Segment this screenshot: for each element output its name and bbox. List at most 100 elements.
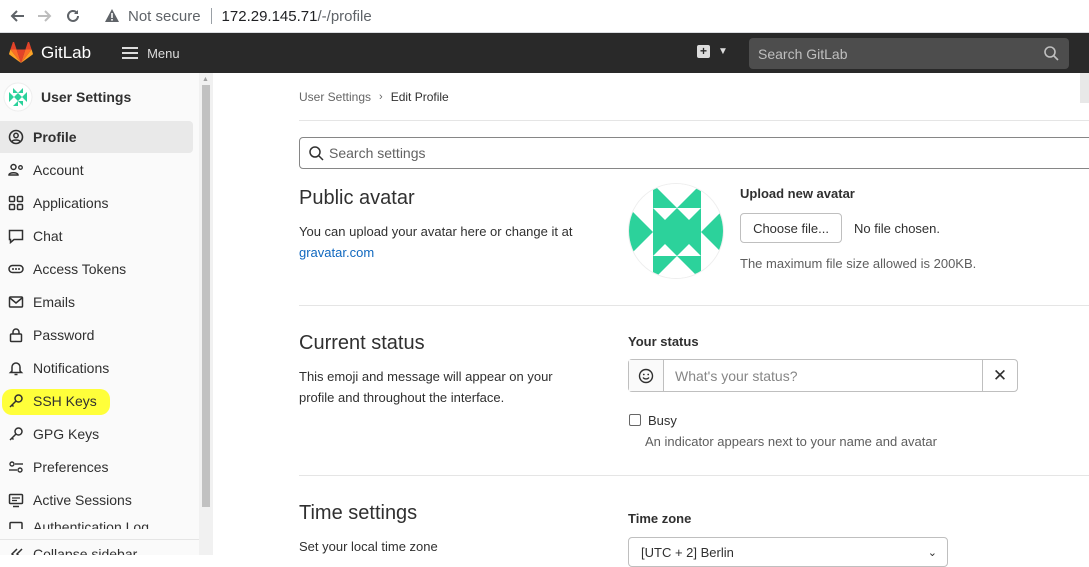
time-zone-value: [UTC + 2] Berlin [641, 544, 734, 560]
brand-name: GitLab [41, 43, 92, 62]
breadcrumb: User Settings › Edit Profile [299, 90, 449, 104]
sidebar-header[interactable]: User Settings [0, 81, 198, 113]
back-icon[interactable] [6, 5, 28, 27]
sidebar-item-label: SSH Keys [33, 393, 97, 409]
token-icon [8, 261, 24, 277]
settings-search-placeholder: Search settings [329, 145, 426, 161]
public-avatar-description: You can upload your avatar here or chang… [299, 221, 609, 263]
browser-bar: Not secure 172.29.145.71/-/profile [0, 0, 1089, 33]
sidebar-item-profile[interactable]: Profile [0, 121, 193, 153]
identicon-image [629, 184, 723, 278]
time-settings-description: Set your local time zone [299, 539, 438, 554]
breadcrumb-current[interactable]: Edit Profile [391, 90, 449, 104]
status-input-group: What's your status? ✕ [628, 359, 1018, 392]
busy-help: An indicator appears next to your name a… [645, 434, 937, 449]
global-search-input[interactable]: Search GitLab [749, 38, 1069, 69]
avatar-preview [628, 183, 724, 279]
collapse-sidebar-button[interactable]: Collapse sidebar [0, 539, 199, 555]
sidebar-title: User Settings [41, 89, 132, 105]
tanuki-icon [9, 42, 33, 63]
public-avatar-title: Public avatar [299, 187, 415, 209]
breadcrumb-parent[interactable]: User Settings [299, 90, 371, 104]
sidebar-item-label: Password [33, 327, 95, 343]
sidebar-item-label: Applications [33, 195, 109, 211]
sidebar-item-gpg-keys[interactable]: GPG Keys [0, 418, 193, 450]
hamburger-icon [122, 47, 139, 59]
settings-search-input[interactable]: Search settings [299, 137, 1089, 169]
collapse-label: Collapse sidebar [33, 546, 138, 555]
reload-icon[interactable] [62, 5, 84, 27]
sidebar-item-label: Access Tokens [33, 261, 127, 277]
menu-button[interactable]: Menu [122, 46, 180, 61]
scroll-up-icon[interactable]: ▲ [202, 76, 209, 83]
gitlab-logo[interactable]: GitLab [9, 42, 91, 64]
sidebar-item-password[interactable]: Password [0, 319, 193, 351]
key-icon [8, 426, 24, 442]
scrollbar-thumb[interactable] [202, 85, 210, 507]
security-label: Not secure [128, 7, 201, 25]
clear-status-button[interactable]: ✕ [982, 360, 1017, 391]
account-icon [8, 162, 24, 178]
key-icon [8, 393, 24, 409]
sidebar-item-notifications[interactable]: Notifications [0, 352, 193, 384]
sidebar-item-label: Account [33, 162, 84, 178]
applications-icon [8, 195, 24, 211]
chevron-down-icon: ▼ [718, 46, 728, 57]
sidebar-item-applications[interactable]: Applications [0, 187, 193, 219]
forward-icon[interactable] [34, 5, 56, 27]
time-zone-select[interactable]: [UTC + 2] Berlin ⌄ [628, 537, 948, 567]
time-zone-label: Time zone [628, 511, 692, 526]
sidebar-item-label: Notifications [33, 360, 110, 376]
chevron-down-icon: ⌄ [927, 547, 937, 559]
sessions-icon [8, 492, 24, 508]
address-bar[interactable]: Not secure 172.29.145.71/-/profile [104, 3, 372, 29]
emoji-picker-button[interactable] [629, 360, 664, 391]
public-avatar-desc-text: You can upload your avatar here or chang… [299, 224, 573, 239]
sidebar-item-access-tokens[interactable]: Access Tokens [0, 253, 193, 285]
sidebar-scrollbar[interactable]: ▲ [199, 73, 213, 555]
log-icon [8, 521, 24, 529]
sidebar-item-account[interactable]: Account [0, 154, 193, 186]
top-navbar: GitLab Menu + ▼ Search GitLab [0, 33, 1089, 103]
max-size-help: The maximum file size allowed is 200KB. [740, 256, 977, 271]
plus-square-icon: + [697, 45, 710, 58]
sidebar-item-label: GPG Keys [33, 426, 100, 442]
no-file-text: No file chosen. [854, 221, 940, 236]
busy-checkbox[interactable] [629, 414, 641, 426]
upload-avatar-label: Upload new avatar [740, 186, 855, 201]
preferences-icon [8, 459, 24, 475]
new-dropdown-button[interactable]: + ▼ [697, 45, 728, 58]
status-message-input[interactable]: What's your status? [664, 360, 982, 391]
sidebar-item-label: Profile [33, 129, 77, 145]
smiley-icon [638, 368, 654, 383]
sidebar-item-active-sessions[interactable]: Active Sessions [0, 484, 193, 516]
chat-icon [8, 228, 24, 244]
sidebar-item-label: Emails [33, 294, 76, 310]
mail-icon [8, 294, 24, 310]
current-status-title: Current status [299, 332, 425, 354]
user-avatar-icon [3, 82, 33, 112]
gravatar-link[interactable]: gravatar.com [299, 245, 374, 260]
sidebar-item-preferences[interactable]: Preferences [0, 451, 193, 483]
choose-file-button[interactable]: Choose file... [740, 213, 842, 243]
sidebar-item-chat[interactable]: Chat [0, 220, 193, 252]
busy-label: Busy [648, 413, 677, 428]
bell-icon [8, 360, 24, 376]
sidebar-item-label: Preferences [33, 459, 109, 475]
divider [299, 120, 1089, 121]
url-separator [210, 8, 212, 24]
search-icon [309, 146, 324, 161]
divider [299, 305, 1089, 306]
current-status-description: This emoji and message will appear on yo… [299, 369, 553, 405]
sidebar-item-label: Authentication Log [33, 519, 149, 529]
sidebar-item-authentication-log[interactable]: Authentication Log [0, 517, 193, 529]
sidebar-item-label: Active Sessions [33, 492, 132, 508]
url-host: 172.29.145.71 [221, 7, 318, 25]
warning-icon [105, 9, 119, 22]
menu-label: Menu [147, 45, 180, 61]
your-status-label: Your status [628, 334, 699, 349]
search-icon [1044, 46, 1059, 61]
search-placeholder: Search GitLab [758, 45, 848, 62]
sidebar-item-ssh-keys[interactable]: SSH Keys [0, 385, 193, 417]
sidebar-item-emails[interactable]: Emails [0, 286, 193, 318]
